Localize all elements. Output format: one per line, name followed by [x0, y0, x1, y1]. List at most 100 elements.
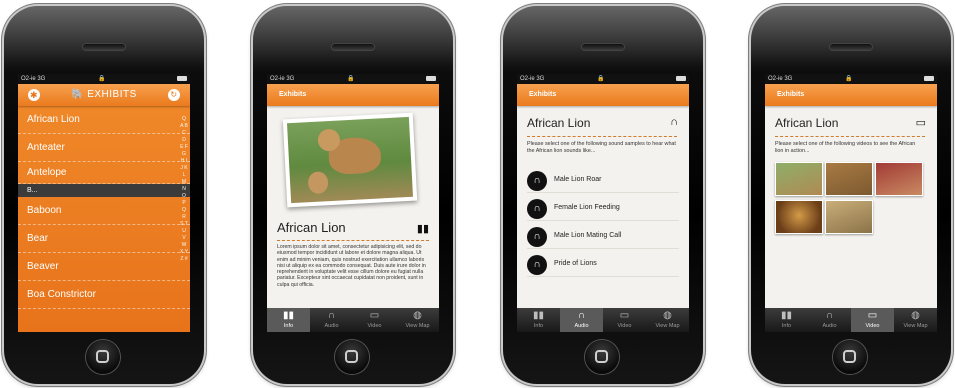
tab-info[interactable]: ▮▮ Info: [765, 308, 808, 332]
tab-video[interactable]: ▭ Video: [353, 308, 396, 332]
lock-icon: 🔒: [98, 76, 106, 82]
list-item[interactable]: African Lion: [18, 106, 190, 134]
lock-icon: 🔒: [597, 76, 605, 82]
home-button[interactable]: [335, 340, 369, 374]
tab-label: Audio: [822, 323, 837, 329]
tab-video[interactable]: ▭ Video: [851, 308, 894, 332]
instruction-text: Please select one of the following video…: [775, 136, 925, 154]
carrier-label: O2-ie 3G: [270, 76, 295, 82]
page-title: African Lion: [527, 116, 591, 130]
speaker: [83, 44, 125, 50]
tab-label: Video: [865, 323, 880, 329]
instruction-text: Please select one of the following sound…: [527, 136, 677, 154]
status-bar: O2-ie 3G 🔒: [267, 74, 439, 84]
elephant-icon: 🐘: [71, 89, 85, 100]
home-button[interactable]: [86, 340, 120, 374]
carrier-label: O2-ie 3G: [768, 76, 793, 82]
video-thumbnail[interactable]: [775, 200, 823, 234]
tab-info[interactable]: ▮▮ Info: [517, 308, 560, 332]
nav-title[interactable]: Exhibits: [777, 91, 804, 98]
headphones-icon[interactable]: ∩: [527, 199, 547, 219]
phone-info: O2-ie 3G 🔒 Exhibits African Lion ▮▮ Lore…: [253, 6, 453, 384]
exhibits-back-navbar[interactable]: Exhibits: [765, 84, 937, 106]
lion-photo: [282, 112, 418, 208]
nav-title[interactable]: Exhibits: [279, 91, 306, 98]
home-button[interactable]: [585, 340, 619, 374]
map-icon: ▮▮: [282, 310, 294, 321]
battery-icon: [426, 76, 436, 81]
video-thumbnail[interactable]: [825, 162, 873, 196]
list-item[interactable]: Boa Constrictor: [18, 281, 190, 309]
carrier-label: O2-ie 3G: [21, 76, 46, 82]
tab-label: Audio: [574, 323, 589, 329]
exhibits-navbar: ✱ 🐘 EXHIBITS ↻: [18, 84, 190, 106]
tab-audio[interactable]: ∩ Audio: [310, 308, 353, 332]
sound-label[interactable]: Pride of Lions: [554, 260, 597, 267]
tab-view-map[interactable]: ◍ View Map: [894, 308, 937, 332]
tab-audio[interactable]: ∩ Audio: [560, 308, 603, 332]
status-bar: O2-ie 3G 🔒: [517, 74, 689, 84]
sound-label[interactable]: Male Lion Mating Call: [554, 232, 621, 239]
tab-bar: ▮▮ Info ∩ Audio ▭ Video ◍ View Map: [765, 308, 937, 332]
exhibits-back-navbar[interactable]: Exhibits: [267, 84, 439, 106]
globe-icon: ◍: [663, 310, 672, 321]
tv-icon: ▭: [369, 310, 380, 321]
tab-view-map[interactable]: ◍ View Map: [646, 308, 689, 332]
alphabet-index[interactable]: Q A B C D E F G H I J K L M N O P Q R S …: [180, 116, 188, 263]
headphones-icon[interactable]: ∩: [527, 227, 547, 247]
sound-item[interactable]: ∩ Male Lion Roar: [527, 170, 679, 193]
sound-item[interactable]: ∩ Female Lion Feeding: [527, 198, 679, 221]
sound-item[interactable]: ∩ Male Lion Mating Call: [527, 226, 679, 249]
exhibits-back-navbar[interactable]: Exhibits: [517, 84, 689, 106]
phone-video: O2-ie 3G 🔒 Exhibits African Lion ▭ Pleas…: [751, 6, 951, 384]
list-item[interactable]: Antelope: [18, 162, 190, 184]
globe-icon: ◍: [911, 310, 920, 321]
home-button[interactable]: [833, 340, 867, 374]
status-bar: O2-ie 3G 🔒: [765, 74, 937, 84]
screen-audio: O2-ie 3G 🔒 Exhibits African Lion ∩ Pleas…: [517, 74, 689, 332]
battery-icon: [924, 76, 934, 81]
map-icon: ▮▮: [532, 310, 544, 321]
headphones-icon[interactable]: ∩: [527, 255, 547, 275]
tab-label: Info: [781, 323, 792, 329]
refresh-icon[interactable]: ↻: [168, 89, 180, 101]
tab-label: View Map: [655, 323, 680, 329]
headphones-icon: ∩: [670, 116, 678, 128]
lock-icon: 🔒: [845, 76, 853, 82]
status-bar: O2-ie 3G 🔒: [18, 74, 190, 84]
speaker: [332, 44, 374, 50]
headphones-icon[interactable]: ∩: [527, 171, 547, 191]
tab-bar: ▮▮ Info ∩ Audio ▭ Video ◍ View Map: [517, 308, 689, 332]
tab-info[interactable]: ▮▮ Info: [267, 308, 310, 332]
phone-audio: O2-ie 3G 🔒 Exhibits African Lion ∩ Pleas…: [503, 6, 703, 384]
tab-label: Info: [283, 323, 294, 329]
tab-audio[interactable]: ∩ Audio: [808, 308, 851, 332]
exhibit-title: African Lion: [277, 220, 346, 235]
sound-label[interactable]: Female Lion Feeding: [554, 204, 620, 211]
battery-icon: [177, 76, 187, 81]
list-item[interactable]: Baboon: [18, 197, 190, 225]
headphones-icon: ∩: [825, 310, 834, 321]
video-thumbnail[interactable]: [775, 162, 823, 196]
settings-icon[interactable]: ✱: [28, 89, 40, 101]
nav-title: EXHIBITS: [87, 89, 137, 100]
list-item[interactable]: Bear: [18, 225, 190, 253]
tab-video[interactable]: ▭ Video: [603, 308, 646, 332]
sound-item[interactable]: ∩ Pride of Lions: [527, 254, 679, 277]
tab-view-map[interactable]: ◍ View Map: [396, 308, 439, 332]
map-icon[interactable]: ▮▮: [417, 222, 429, 235]
video-thumbnail[interactable]: [825, 200, 873, 234]
headphones-icon: ∩: [577, 310, 586, 321]
tv-icon: ▭: [867, 310, 878, 321]
section-header: B...: [18, 184, 190, 197]
sound-label[interactable]: Male Lion Roar: [554, 176, 601, 183]
tv-icon: ▭: [619, 310, 630, 321]
list-item[interactable]: Beaver: [18, 253, 190, 281]
tab-label: Audio: [324, 323, 339, 329]
video-thumbnail[interactable]: [875, 162, 923, 196]
tab-label: View Map: [405, 323, 430, 329]
nav-title[interactable]: Exhibits: [529, 91, 556, 98]
tab-label: Video: [367, 323, 382, 329]
list-item[interactable]: Anteater: [18, 134, 190, 162]
map-icon: ▮▮: [780, 310, 792, 321]
